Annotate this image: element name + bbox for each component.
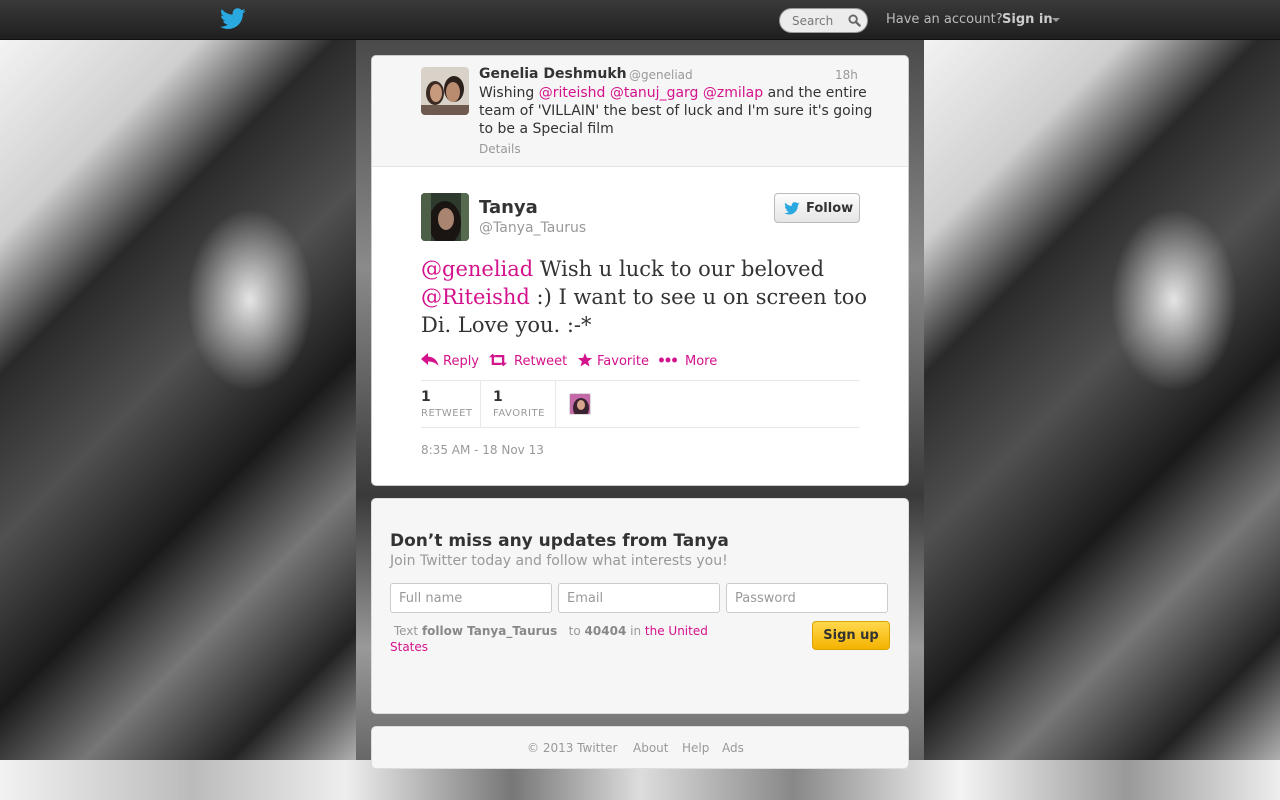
favorite-button[interactable]: Favorite bbox=[576, 351, 651, 371]
more-button[interactable]: More bbox=[659, 351, 719, 371]
have-account-text: Have an account? bbox=[886, 12, 1003, 27]
avatar[interactable] bbox=[421, 67, 469, 115]
favorite-count: 1 bbox=[493, 389, 503, 405]
parent-tweet-text: Wishing @riteishd @tanuj_garg @zmilap an… bbox=[479, 84, 874, 138]
footer-link-help[interactable]: Help bbox=[682, 741, 709, 755]
retweet-button[interactable]: Retweet bbox=[489, 351, 569, 371]
tweet-text: @geneliad Wish u luck to our beloved @Ri… bbox=[421, 255, 871, 339]
mention-link[interactable]: @tanuj_garg bbox=[610, 85, 699, 101]
tweet-author-handle[interactable]: @Tanya_Taurus bbox=[479, 220, 586, 236]
background-photo-right bbox=[924, 40, 1280, 800]
full-name-field[interactable] bbox=[390, 583, 552, 613]
details-link[interactable]: Details bbox=[479, 142, 521, 156]
stat-divider bbox=[555, 381, 556, 427]
signup-panel: Don’t miss any updates from Tanya Join T… bbox=[371, 498, 909, 714]
tweet-actions: Reply Retweet Favorite More bbox=[421, 351, 861, 371]
more-dots-icon bbox=[659, 357, 677, 363]
sms-to: to bbox=[568, 624, 581, 638]
sign-up-button[interactable]: Sign up bbox=[812, 621, 890, 650]
retweet-stat-label: RETWEET bbox=[421, 408, 473, 419]
reply-icon bbox=[421, 353, 439, 366]
star-icon bbox=[577, 353, 593, 367]
mention-link[interactable]: @riteishd bbox=[539, 85, 606, 101]
mention-link[interactable]: @Riteishd bbox=[421, 285, 530, 309]
chevron-down-icon[interactable] bbox=[1052, 18, 1060, 22]
reply-button[interactable]: Reply bbox=[421, 351, 481, 371]
footer-link-about[interactable]: About bbox=[633, 741, 668, 755]
more-label: More bbox=[685, 354, 718, 369]
favorite-label: Favorite bbox=[597, 354, 649, 369]
parent-tweet-time[interactable]: 18h bbox=[835, 68, 858, 82]
twitter-bird-icon[interactable] bbox=[220, 8, 246, 30]
footer: © 2013 Twitter About Help Ads bbox=[371, 726, 909, 769]
retweet-count: 1 bbox=[421, 389, 431, 405]
follow-button[interactable]: Follow bbox=[774, 193, 860, 223]
stat-divider bbox=[480, 381, 481, 427]
footer-link-ads[interactable]: Ads bbox=[722, 741, 744, 755]
parent-text-prefix: Wishing bbox=[479, 85, 539, 101]
tweet-timestamp[interactable]: 8:35 AM - 18 Nov 13 bbox=[421, 443, 544, 457]
avatar[interactable] bbox=[569, 393, 591, 415]
avatar[interactable] bbox=[421, 193, 469, 241]
copyright-text: © 2013 Twitter bbox=[527, 741, 618, 755]
twitter-bird-icon bbox=[784, 202, 800, 215]
sms-number: 40404 bbox=[584, 624, 627, 638]
mention-link[interactable]: @geneliad bbox=[421, 257, 533, 281]
signin-link[interactable]: Sign in bbox=[1002, 12, 1053, 27]
sms-follow-hint: Text follow Tanya_Taurus to 40404 in the… bbox=[390, 623, 730, 655]
sms-in: in bbox=[630, 624, 642, 638]
mention-link[interactable]: @zmilap bbox=[703, 85, 763, 101]
favorite-stat[interactable]: 1 FAVORITE bbox=[493, 381, 553, 427]
parent-author-name[interactable]: Genelia Deshmukh bbox=[479, 66, 627, 82]
signup-title: Don’t miss any updates from Tanya bbox=[390, 531, 729, 551]
retweet-label: Retweet bbox=[514, 354, 568, 369]
signup-subtitle: Join Twitter today and follow what inter… bbox=[390, 553, 728, 569]
password-field[interactable] bbox=[726, 583, 888, 613]
background-photo-left bbox=[0, 40, 356, 800]
top-navigation-bar: Have an account? Sign in bbox=[0, 0, 1280, 40]
retweet-stat[interactable]: 1 RETWEET bbox=[421, 381, 481, 427]
search-icon[interactable] bbox=[848, 14, 861, 27]
search-input[interactable] bbox=[780, 9, 846, 32]
email-field[interactable] bbox=[558, 583, 720, 613]
tweet-stats: 1 RETWEET 1 FAVORITE bbox=[421, 380, 860, 428]
sms-text: Text bbox=[393, 624, 419, 638]
tweet-text-part: Wish u luck to our beloved bbox=[533, 257, 825, 281]
tweet-author-name[interactable]: Tanya bbox=[479, 197, 538, 218]
retweet-icon bbox=[489, 353, 507, 367]
search-box bbox=[779, 8, 868, 33]
follow-button-label: Follow bbox=[806, 201, 854, 216]
parent-tweet[interactable]: Genelia Deshmukh @geneliad 18h Wishing @… bbox=[372, 56, 908, 167]
parent-author-handle[interactable]: @geneliad bbox=[629, 68, 693, 82]
tweet-card: Genelia Deshmukh @geneliad 18h Wishing @… bbox=[371, 55, 909, 486]
reply-label: Reply bbox=[443, 354, 480, 369]
sms-command: follow Tanya_Taurus bbox=[421, 624, 558, 638]
favorite-stat-label: FAVORITE bbox=[493, 408, 545, 419]
